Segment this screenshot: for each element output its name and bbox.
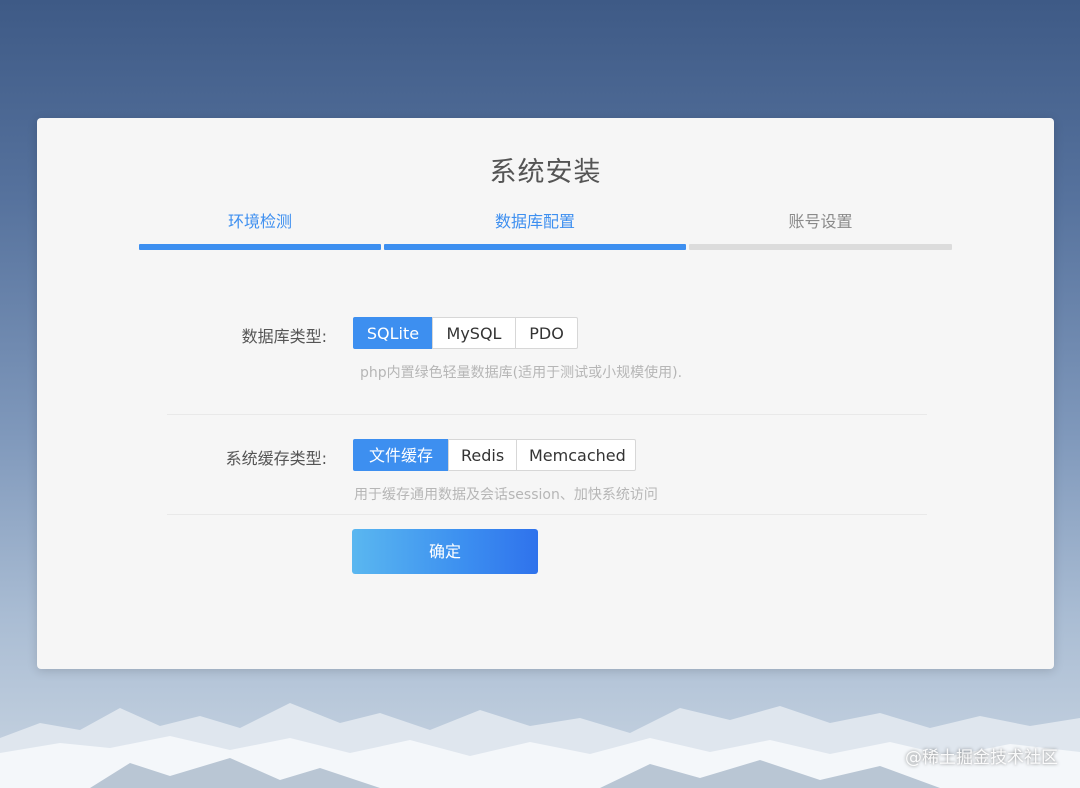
database-type-selector: SQLite MySQL PDO [353,317,578,349]
confirm-button[interactable]: 确定 [352,529,538,574]
cache-option-memcached[interactable]: Memcached [516,439,636,471]
db-option-sqlite[interactable]: SQLite [353,317,433,349]
step-label: 数据库配置 [494,212,575,231]
cache-type-label: 系统缓存类型: [225,449,327,468]
step-bar [384,244,686,250]
cache-option-file[interactable]: 文件缓存 [353,439,449,471]
database-type-hint: php内置绿色轻量数据库(适用于测试或小规模使用). [360,365,683,381]
step-bar [139,244,381,250]
database-type-label: 数据库类型: [241,327,327,346]
step-bar [689,244,952,250]
divider [167,514,927,515]
divider [167,414,927,415]
step-account-setup: 账号设置 [689,206,952,250]
mountain-background [0,703,1080,788]
page-title: 系统安装 [489,157,602,188]
cache-type-hint: 用于缓存通用数据及会话session、加快系统访问 [354,487,658,503]
cache-option-redis[interactable]: Redis [448,439,517,471]
watermark: @稀土掘金技术社区 [905,748,1058,768]
cache-type-selector: 文件缓存 Redis Memcached [353,439,636,471]
step-environment-check: 环境检测 [139,206,381,250]
step-label: 账号设置 [788,212,853,231]
progress-steps: 环境检测 数据库配置 账号设置 [139,206,952,250]
db-option-pdo[interactable]: PDO [515,317,578,349]
db-option-mysql[interactable]: MySQL [432,317,516,349]
install-card: 系统安装 环境检测 数据库配置 账号设置 数据库类型: SQLite MySQL… [37,118,1054,669]
step-database-config: 数据库配置 [384,206,686,250]
step-label: 环境检测 [227,212,292,231]
